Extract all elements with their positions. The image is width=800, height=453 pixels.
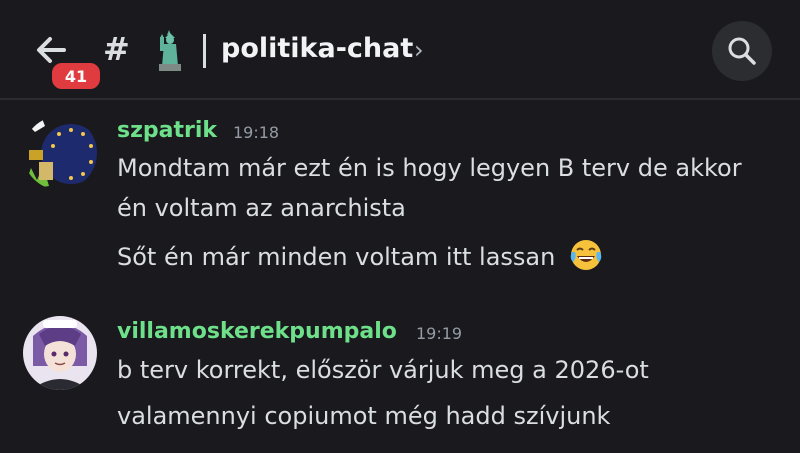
message-author[interactable]: villamoskerekpumpalo (117, 319, 397, 344)
message-timestamp: 19:18 (233, 123, 280, 142)
message-text: Mondtam már ezt én is hogy legyen B terv… (117, 154, 742, 182)
channel-hash-icon: # (103, 30, 130, 68)
statue-of-liberty-icon (150, 28, 188, 72)
message-text-content: Sőt én már minden voltam itt lassan (117, 243, 556, 271)
unread-badge: 41 (49, 60, 103, 92)
face-with-tears-of-joy-icon (569, 238, 603, 278)
channel-name[interactable]: politika-chat (221, 33, 413, 64)
message-author[interactable]: szpatrik (117, 118, 217, 143)
message-text: b terv korrekt, először várjuk meg a 202… (117, 356, 649, 384)
chevron-right-icon[interactable]: › (414, 36, 424, 64)
message-text: valamennyi copiumot még hadd szívjunk (117, 402, 611, 430)
search-icon (728, 37, 756, 65)
message-timestamp: 19:19 (416, 324, 463, 343)
message-text: Sőt én már minden voltam itt lassan (117, 238, 603, 278)
avatar[interactable] (23, 116, 97, 190)
header-divider (203, 34, 206, 68)
avatar[interactable] (23, 316, 97, 390)
message-text: én voltam az anarchista (117, 194, 406, 222)
channel-header: 41 # politika-chat › (0, 0, 800, 100)
search-button[interactable] (712, 21, 772, 81)
